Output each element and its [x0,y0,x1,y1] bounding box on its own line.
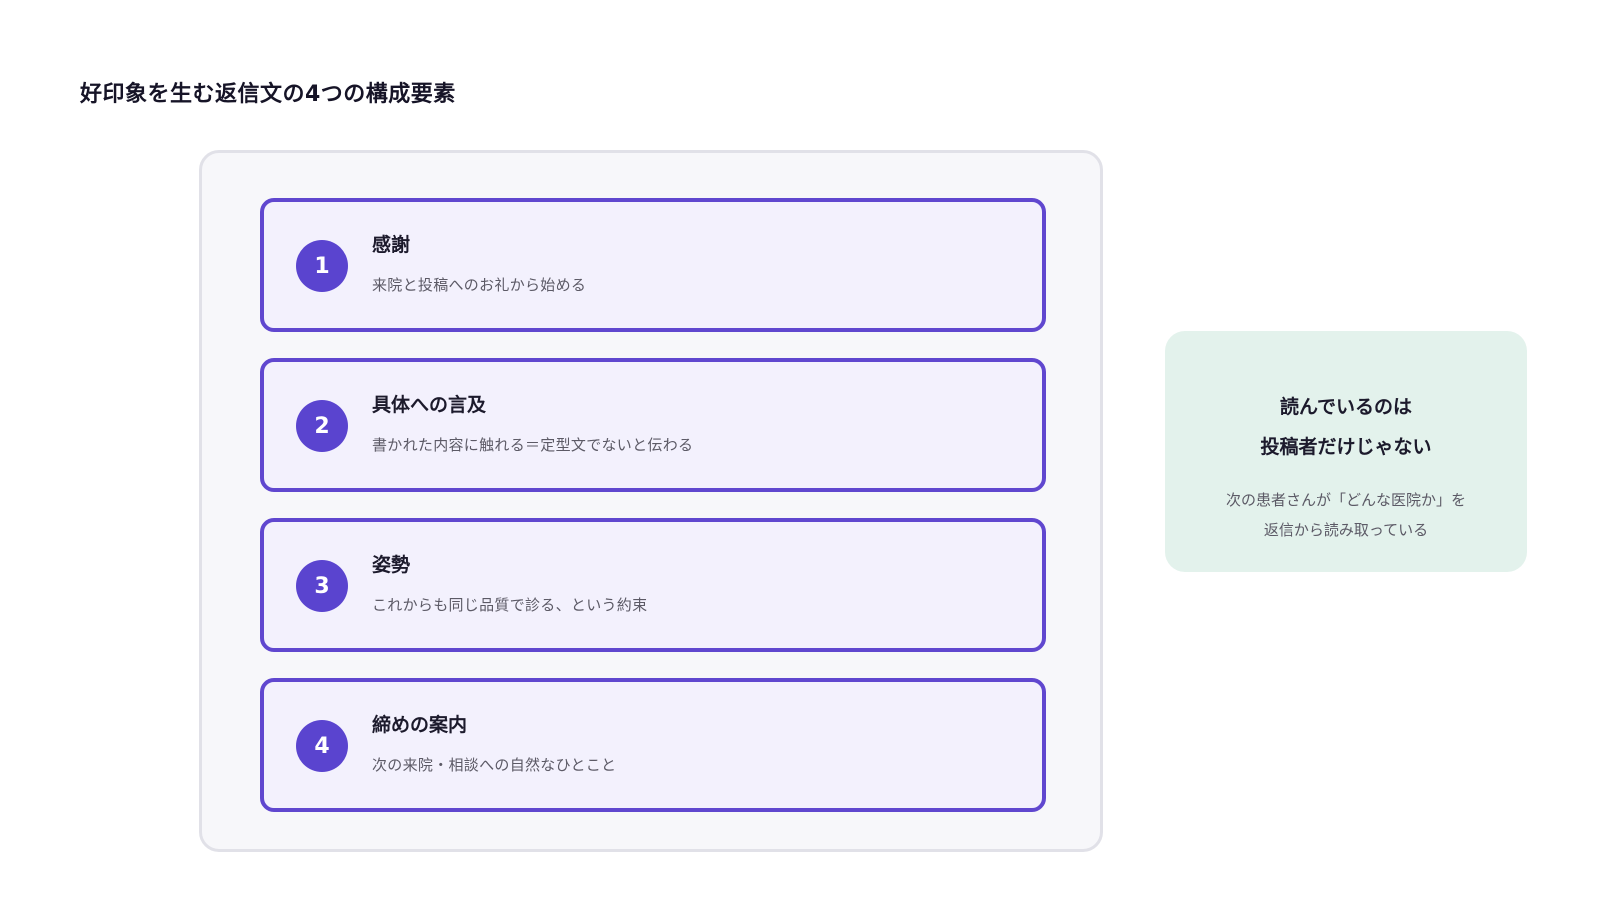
step-number-badge: 3 [296,560,348,612]
note-title-line: 読んでいるのは [1279,396,1413,418]
note-body-line: 次の患者さんが「どんな医院か」を [1225,491,1466,509]
note-body: 次の患者さんが「どんな医院か」を 返信から読み取っている [1165,485,1527,545]
step-card-1: 1 感謝 来院と投稿へのお礼から始める [260,198,1046,332]
step-description: 書かれた内容に触れる＝定型文でないと伝わる [372,436,694,454]
step-description: 来院と投稿へのお礼から始める [372,276,587,294]
step-number-badge: 1 [296,240,348,292]
page-title: 好印象を生む返信文の4つの構成要素 [80,82,456,107]
step-card-4: 4 締めの案内 次の来院・相談への自然なひとこと [260,678,1046,812]
step-title: 締めの案内 [372,714,468,736]
step-title: 具体への言及 [372,394,487,416]
step-card-2: 2 具体への言及 書かれた内容に触れる＝定型文でないと伝わる [260,358,1046,492]
step-description: 次の来院・相談への自然なひとこと [372,756,617,774]
step-title: 姿勢 [372,554,411,576]
note-title: 読んでいるのは 投稿者だけじゃない [1165,387,1527,467]
slide: 好印象を生む返信文の4つの構成要素 1 感謝 来院と投稿へのお礼から始める 2 … [0,0,1600,900]
step-description: これからも同じ品質で診る、という約束 [372,596,648,614]
step-number-badge: 4 [296,720,348,772]
steps-panel: 1 感謝 来院と投稿へのお礼から始める 2 具体への言及 書かれた内容に触れる＝… [199,150,1103,852]
note-body-line: 返信から読み取っている [1263,521,1429,539]
note-title-line: 投稿者だけじゃない [1260,436,1432,458]
step-card-3: 3 姿勢 これからも同じ品質で診る、という約束 [260,518,1046,652]
callout-note: 読んでいるのは 投稿者だけじゃない 次の患者さんが「どんな医院か」を 返信から読… [1165,331,1527,572]
step-title: 感謝 [372,234,411,256]
step-number-badge: 2 [296,400,348,452]
